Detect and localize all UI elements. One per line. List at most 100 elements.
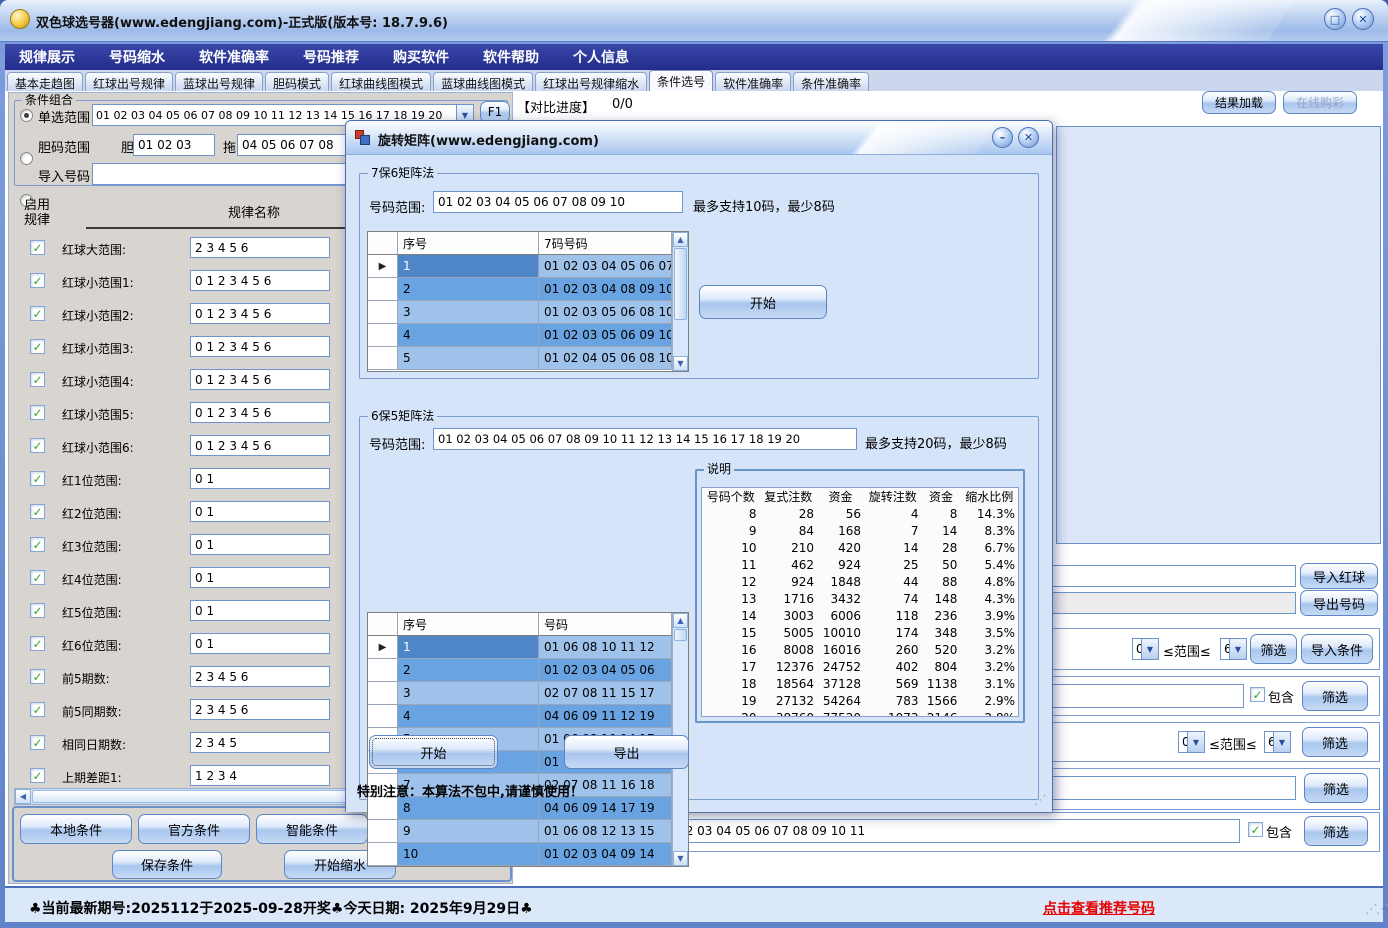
menu-personal-info[interactable]: 个人信息 [573,47,629,67]
seq-cell[interactable]: 10 [398,843,539,866]
table-row[interactable]: 301 02 03 05 06 08 10 [368,301,688,324]
matrix6-export-button[interactable]: 导出 [564,735,689,769]
rule-checkbox[interactable]: ✓ [30,471,45,486]
rule-value-input[interactable]: 0 1 2 3 4 5 6 [190,369,330,390]
numbers-cell[interactable]: 01 02 03 04 09 14 [539,843,672,866]
rule-checkbox[interactable]: ✓ [30,603,45,618]
row-selector-cell[interactable]: ▶ [368,636,398,659]
rule-checkbox[interactable]: ✓ [30,570,45,585]
table-row[interactable]: 804 06 09 14 17 19 [368,797,688,820]
rule-checkbox[interactable]: ✓ [30,735,45,750]
rule-checkbox[interactable]: ✓ [30,438,45,453]
table-row[interactable]: 302 07 08 11 15 17 [368,682,688,705]
matrix7-range-input[interactable]: 01 02 03 04 05 06 07 08 09 10 [433,191,683,213]
row-selector-cell[interactable] [368,278,398,301]
row5-filter-button[interactable]: 筛选 [1302,727,1368,757]
row-selector-cell[interactable] [368,820,398,843]
view-recommended-link[interactable]: 点击查看推荐号码 [1043,898,1155,918]
tab-condition-select[interactable]: 条件选号 [649,70,713,91]
row4-include-checkbox[interactable]: ✓ [1250,687,1265,702]
numbers-cell[interactable]: 01 02 03 04 05 06 [539,659,672,682]
result-load-button[interactable]: 结果加载 [1202,91,1276,114]
seq-cell[interactable]: 1 [398,255,539,278]
numbers-cell[interactable]: 01 06 08 12 13 15 [539,820,672,843]
rule-value-input[interactable]: 0 1 2 3 4 5 6 [190,303,330,324]
numbers-cell[interactable]: 04 06 09 11 12 19 [539,705,672,728]
chevron-down-icon[interactable]: ▼ [1273,732,1290,752]
seq-cell[interactable]: 4 [398,705,539,728]
tab-red-curve-mode[interactable]: 红球曲线图模式 [331,72,431,91]
tab-blue-ball-pattern[interactable]: 蓝球出号规律 [175,72,263,91]
seq-cell[interactable]: 2 [398,659,539,682]
tab-condition-accuracy[interactable]: 条件准确率 [793,72,869,91]
local-condition-button[interactable]: 本地条件 [20,814,132,844]
table-row[interactable]: ▶101 06 08 10 11 12 [368,636,688,659]
table-row[interactable]: 1001 02 03 04 09 14 [368,843,688,866]
table-row[interactable]: 501 02 04 05 06 08 10 [368,347,688,370]
subtract-filter-button[interactable]: 筛选 [1304,816,1368,846]
scroll-down-icon[interactable]: ▼ [673,356,688,371]
rule-value-input[interactable]: 0 1 2 3 4 5 6 [190,435,330,456]
row-selector-cell[interactable]: ▶ [368,255,398,278]
rule-value-input[interactable]: 0 1 [190,633,330,654]
scroll-up-icon[interactable]: ▲ [673,613,688,628]
menu-buy-software[interactable]: 购买软件 [393,47,449,67]
rule-checkbox[interactable]: ✓ [30,339,45,354]
rule-checkbox[interactable]: ✓ [30,702,45,717]
seq-cell[interactable]: 3 [398,682,539,705]
rule-value-input[interactable]: 2 3 4 5 6 [190,237,330,258]
matrix6-range-input[interactable]: 01 02 03 04 05 06 07 08 09 10 11 12 13 1… [433,428,857,450]
numbers-cell[interactable]: 01 06 08 10 11 12 [539,636,672,659]
online-buy-button[interactable]: 在线购彩 [1283,91,1357,114]
rule-value-input[interactable]: 2 3 4 5 6 [190,666,330,687]
save-condition-button[interactable]: 保存条件 [112,850,222,879]
dan-input[interactable]: 01 02 03 [133,134,215,156]
row-selector-cell[interactable] [368,659,398,682]
import-condition-button[interactable]: 导入条件 [1301,634,1373,664]
rule-checkbox[interactable]: ✓ [30,537,45,552]
scroll-left-icon[interactable]: ◀ [15,789,31,804]
rule-checkbox[interactable]: ✓ [30,669,45,684]
numbers-cell[interactable]: 02 07 08 11 15 17 [539,682,672,705]
numbers-cell[interactable]: 01 02 03 05 06 08 10 [539,301,672,324]
smart-condition-button[interactable]: 智能条件 [256,814,368,844]
rule-checkbox[interactable]: ✓ [30,768,45,783]
menu-software-accuracy[interactable]: 软件准确率 [199,47,269,67]
rule-value-input[interactable]: 0 1 2 3 4 5 6 [190,402,330,423]
numbers-cell[interactable]: 04 06 09 14 17 19 [539,797,672,820]
tab-dan-code-mode[interactable]: 胆码模式 [265,72,329,91]
dialog-titlebar[interactable]: 旋转矩阵(www.edengjiang.com) – ✕ [346,121,1052,155]
row4-filter-button[interactable]: 筛选 [1302,681,1368,711]
matrix6-start-button[interactable]: 开始 [369,735,498,769]
row3-min-combo[interactable]: 0 ▼ [1132,638,1159,660]
seq-cell[interactable]: 5 [398,347,539,370]
chevron-down-icon[interactable]: ▼ [1141,639,1158,659]
table-row[interactable]: 201 02 03 04 05 06 [368,659,688,682]
rule-value-input[interactable]: 0 1 [190,501,330,522]
row-selector-cell[interactable] [368,347,398,370]
rule-checkbox[interactable]: ✓ [30,372,45,387]
rule-value-input[interactable]: 2 3 4 5 [190,732,330,753]
subtract-value-input[interactable]: 01 02 03 04 05 06 07 08 09 10 11 [654,819,1240,843]
row6-filter-button[interactable]: 筛选 [1304,773,1368,803]
numbers-cell[interactable]: 01 02 03 04 08 09 10 [539,278,672,301]
rule-value-input[interactable]: 0 1 [190,468,330,489]
table-row[interactable]: 901 06 08 12 13 15 [368,820,688,843]
rule-value-input[interactable]: 0 1 [190,600,330,621]
row3-max-combo[interactable]: 6 ▼ [1220,638,1247,660]
export-numbers-button[interactable]: 导出号码 [1300,590,1378,616]
row5-min-combo[interactable]: 0 ▼ [1178,731,1205,753]
row-selector-cell[interactable] [368,843,398,866]
row5-max-combo[interactable]: 6 ▼ [1264,731,1291,753]
rule-checkbox[interactable]: ✓ [30,240,45,255]
table-row[interactable]: ▶101 02 03 04 05 06 07 [368,255,688,278]
dialog-resize-grip[interactable]: ⋰ [1034,793,1045,808]
tab-blue-curve-mode[interactable]: 蓝球曲线图模式 [433,72,533,91]
seq-cell[interactable]: 4 [398,324,539,347]
rule-value-input[interactable]: 0 1 2 3 4 5 6 [190,336,330,357]
scrollbar-thumb[interactable] [674,629,687,641]
rule-value-input[interactable]: 1 2 3 4 [190,765,330,786]
tab-basic-trend-chart[interactable]: 基本走趋图 [7,72,83,91]
row-selector-cell[interactable] [368,301,398,324]
table-row[interactable]: 401 02 03 05 06 09 10 [368,324,688,347]
